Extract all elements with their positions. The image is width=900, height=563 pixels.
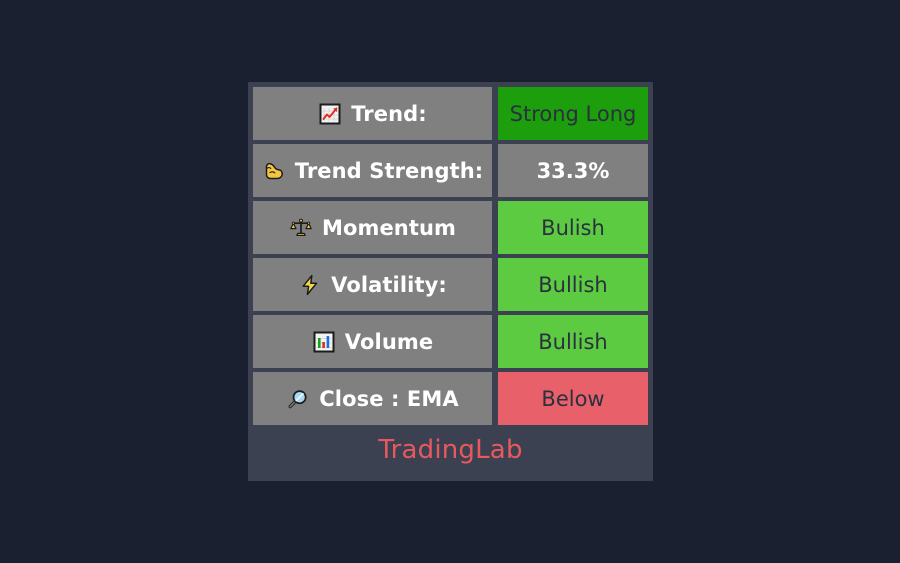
panel-footer-branding: TradingLab [378,435,523,465]
row-label-text: Close : EMA [319,386,459,411]
signal-rows: Trend: Strong Long Trend Strength: 33.3%… [253,87,648,425]
row-label-cell-trend-strength: Trend Strength: [253,144,492,197]
row-value-cell-volatility: Bullish [498,258,648,311]
screenshot-root: Trend: Strong Long Trend Strength: 33.3%… [0,0,900,563]
row-label-text: Trend Strength: [294,158,484,183]
row-label-cell-trend: Trend: [253,87,492,140]
row-label-text: Volatility: [331,272,447,297]
table-row: Volatility: Bullish [253,258,648,311]
row-label-text: Volume [344,329,434,354]
table-row: Volume Bullish [253,315,648,368]
row-label-text: Trend: [351,101,427,126]
table-row: Trend Strength: 33.3% [253,144,648,197]
balance-scale-icon [289,216,313,240]
row-label-cell-close-ema: Close : EMA [253,372,492,425]
chart-increasing-icon [318,102,342,126]
bar-chart-icon [312,330,336,354]
table-row: Close : EMA Below [253,372,648,425]
row-value-cell-volume: Bullish [498,315,648,368]
row-label-cell-volatility: Volatility: [253,258,492,311]
table-row: Trend: Strong Long [253,87,648,140]
lightning-bolt-icon [298,273,322,297]
row-value-cell-momentum: Bulish [498,201,648,254]
row-value-cell-close-ema: Below [498,372,648,425]
signal-summary-panel: Trend: Strong Long Trend Strength: 33.3%… [248,82,653,481]
magnifying-glass-icon [286,387,310,411]
row-label-text: Momentum [321,215,457,240]
row-label-cell-momentum: Momentum [253,201,492,254]
row-value-cell-trend: Strong Long [498,87,648,140]
flexed-biceps-icon [262,159,286,183]
row-value-cell-trend-strength: 33.3% [498,144,648,197]
row-label-cell-volume: Volume [253,315,492,368]
table-row: Momentum Bulish [253,201,648,254]
